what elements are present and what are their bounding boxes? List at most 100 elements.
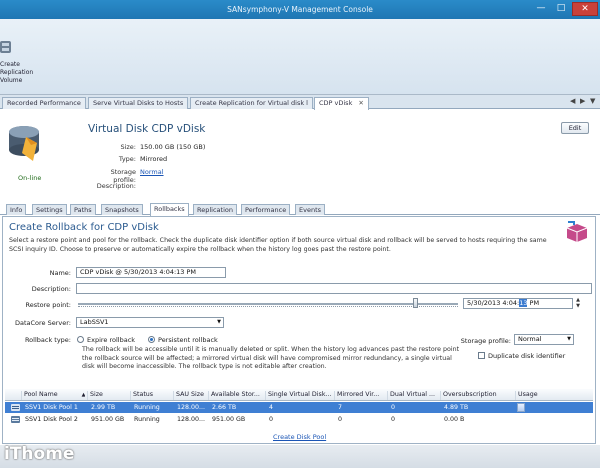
sau-size-cell: 128.00... [177,404,206,411]
description-input[interactable] [76,283,592,294]
column-dual-virtual-disks[interactable]: Dual Virtual ... [387,391,439,400]
title-bar: SANsymphony-V Management Console — □ ✕ [0,0,600,19]
pool-name-cell: SSV1 Disk Pool 2 [25,416,78,423]
size-value: 150.00 GB (150 GB) [140,143,206,151]
tab-settings[interactable]: Settings [32,204,67,215]
tab-cdp-vdisk[interactable]: CDP vDisk ✕ [314,97,369,110]
name-label: Name: [49,269,71,277]
datacore-server-label: DataCore Server: [14,319,71,327]
ribbon-button-label: Create Replication Volume [0,61,34,84]
disk-pool-grid: Pool Name ▲ Size Status SAU Size Availab… [5,389,593,433]
page-title: Virtual Disk CDP vDisk [88,123,206,135]
watermark-logo: iThome [4,444,75,464]
tab-label: CDP vDisk [319,99,353,107]
size-cell: 2.99 TB [91,404,116,411]
table-row[interactable]: SSV1 Disk Pool 2 951.00 GB Running 128.0… [5,414,593,425]
single-vd-cell: 0 [269,416,274,423]
chevron-down-icon: ▼ [567,336,571,342]
tab-recorded-performance[interactable]: Recorded Performance [2,97,86,109]
ribbon: Create Replication Volume [0,19,600,95]
maximize-button[interactable]: □ [551,2,571,16]
detail-tabs: Info Settings Paths Snapshots Rollbacks … [0,200,600,216]
tab-info[interactable]: Info [6,204,27,215]
restore-time-picker[interactable]: 5/30/2013 4:04:13 PM [463,298,573,309]
column-mirrored-virtual-disks[interactable]: Mirrored Vir... [334,391,386,400]
panel-description: Select a restore point and pool for the … [9,237,547,253]
column-label: Pool Name [24,391,58,398]
pool-name-cell: SSV1 Disk Pool 1 [25,404,78,411]
time-spinner-icon[interactable]: ▲ ▼ [574,297,582,310]
close-tab-icon[interactable]: ✕ [358,98,363,109]
tab-rollbacks[interactable]: Rollbacks [150,203,189,216]
tab-label: Recorded Performance [7,99,81,107]
tab-performance[interactable]: Performance [241,204,291,215]
duplicate-disk-id-checkbox[interactable] [478,352,485,359]
column-usage[interactable]: Usage [515,391,593,400]
status-cell: Running [134,416,160,423]
column-size[interactable]: Size [87,391,129,400]
document-tabs: Recorded Performance Serve Virtual Disks… [0,95,600,110]
restore-point-slider[interactable] [78,303,458,305]
mirrored-vd-cell: 7 [338,404,343,411]
column-single-virtual-disks[interactable]: Single Virtual Disk... [265,391,333,400]
window-title: SANsymphony-V Management Console [227,5,373,14]
sort-ascending-icon: ▲ [82,392,85,398]
virtual-disk-icon [9,126,39,161]
sau-size-cell: 128.00... [177,416,206,423]
create-replication-button[interactable]: Create Replication Volume [0,37,34,91]
available-cell: 2.66 TB [212,404,237,411]
tab-paths[interactable]: Paths [70,204,96,215]
duplicate-disk-id-label: Duplicate disk identifier [488,352,566,360]
storage-profile-field-label: Storage profile: [460,337,511,345]
persistent-rollback-radio[interactable] [148,336,155,343]
minimize-button[interactable]: — [531,2,551,16]
expire-rollback-radio[interactable] [77,336,84,343]
status-cell: Running [134,404,160,411]
replication-icon [0,41,11,53]
type-value: Mirrored [140,155,168,163]
online-status: On-line [18,174,42,182]
time-prefix: 5/30/2013 4:04: [467,299,520,307]
oversubscription-cell: 4.89 TB [444,404,469,411]
disk-pool-icon [11,404,20,411]
storage-profile-link[interactable]: Normal [140,168,164,176]
dual-vd-cell: 0 [391,404,396,411]
tab-snapshots[interactable]: Snapshots [101,204,143,215]
oversubscription-cell: 0.00 B [444,416,465,423]
status-strip [0,445,600,468]
tab-scroll-right-icon[interactable]: ▶ [580,97,585,105]
create-disk-pool-link[interactable]: Create Disk Pool [273,433,326,441]
tab-label: Serve Virtual Disks to Hosts [93,99,184,107]
restore-point-label: Restore point: [25,301,72,309]
tab-replication[interactable]: Replication [193,204,237,215]
column-sau-size[interactable]: SAU Size [173,391,207,400]
description-field-label: Description: [31,285,71,293]
name-input[interactable]: CDP vDisk @ 5/30/2013 4:04:13 PM [76,267,226,278]
type-label: Type: [118,155,136,163]
column-status[interactable]: Status [130,391,172,400]
tab-create-replication[interactable]: Create Replication for Virtual disk l [190,97,313,109]
expire-rollback-label: Expire rollback [87,336,136,344]
datacore-server-select[interactable]: LabSSV1 ▼ [76,317,224,328]
slider-ticks [78,306,458,309]
mirrored-vd-cell: 0 [338,416,343,423]
tab-serve-virtual-disks[interactable]: Serve Virtual Disks to Hosts [88,97,189,109]
table-row[interactable]: SSV1 Disk Pool 1 2.99 TB Running 128.00.… [5,402,593,413]
tab-label: Create Replication for Virtual disk l [195,99,308,107]
storage-profile-select[interactable]: Normal ▼ [514,334,574,345]
column-oversubscription[interactable]: Oversubscription [440,391,514,400]
edit-button[interactable]: Edit [561,122,589,134]
usage-bar [517,403,525,412]
tab-events[interactable]: Events [295,204,326,215]
column-available-storage[interactable]: Available Stor... [208,391,264,400]
storage-profile-value: Normal [518,335,542,343]
tab-scroll-left-icon[interactable]: ◀ [570,97,575,105]
rollback-type-label: Rollback type: [24,336,71,344]
column-pool-name[interactable]: Pool Name ▲ [21,391,85,400]
restore-point-thumb[interactable] [413,298,419,308]
disk-header: On-line Virtual Disk CDP vDisk Size: 150… [0,110,600,200]
tab-list-icon[interactable]: ▼ [590,97,595,105]
close-window-button[interactable]: ✕ [572,2,598,16]
create-rollback-panel: Create Rollback for CDP vDisk Select a r… [2,216,596,444]
single-vd-cell: 4 [269,404,274,411]
